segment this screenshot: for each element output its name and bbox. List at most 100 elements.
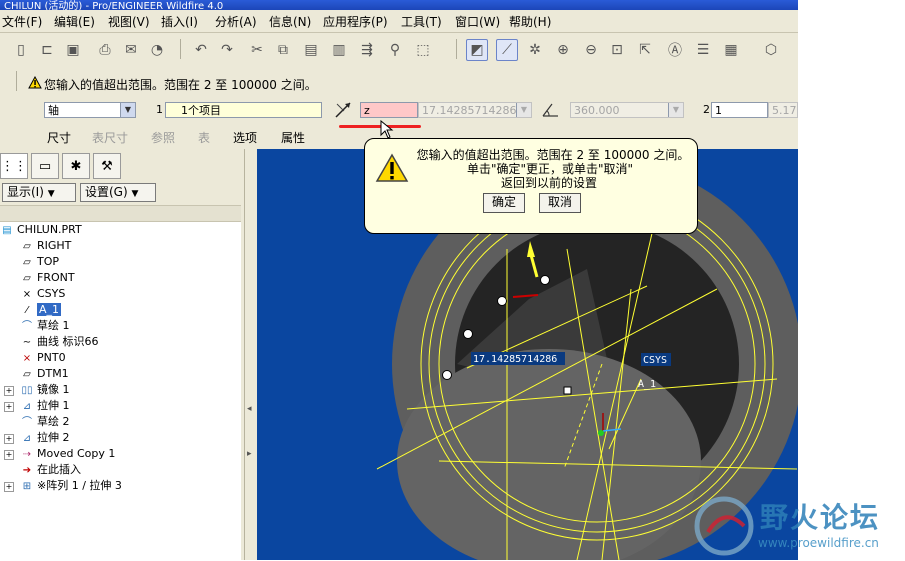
menu-edit[interactable]: 编辑(E) <box>54 13 95 30</box>
menu-view[interactable]: 视图(V) <box>108 13 150 30</box>
dimension-handle[interactable] <box>563 386 572 395</box>
expand-icon[interactable]: + <box>4 450 14 460</box>
drag-handle[interactable] <box>442 370 452 380</box>
chevron-down-icon[interactable]: ▼ <box>120 103 135 117</box>
email-icon[interactable]: ✉ <box>120 39 142 61</box>
copy-icon[interactable]: ⧉ <box>272 39 294 61</box>
tab-table-dimensions[interactable]: 表尺寸 <box>92 129 128 146</box>
tree-item-pattern[interactable]: ⊞ ※阵列 1 / 拉伸 3 <box>20 478 122 494</box>
datum-axis-display-icon[interactable]: ⟋ <box>496 39 518 61</box>
cube-view-icon[interactable]: ⬡ <box>760 39 782 61</box>
tree-item-axis[interactable]: ⁄ A_1 <box>20 302 62 318</box>
tree-item-label: 镜像 1 <box>37 383 70 396</box>
open-file-icon[interactable]: ⊏ <box>36 39 58 61</box>
tab-references[interactable]: 参照 <box>151 129 175 146</box>
csys-label[interactable]: CSYS <box>643 355 667 366</box>
model-tree-tab-icon[interactable]: ⋮⋮ <box>0 153 28 179</box>
tree-item-mirror[interactable]: ▯▯ 镜像 1 <box>20 382 70 398</box>
tab-dimensions[interactable]: 尺寸 <box>47 129 71 146</box>
view-manager-icon[interactable]: ▦ <box>720 39 742 61</box>
expand-icon[interactable]: + <box>4 434 14 444</box>
zoom-in-icon[interactable]: ⊕ <box>552 39 574 61</box>
find-icon[interactable]: ⚲ <box>384 39 406 61</box>
expand-icon[interactable]: + <box>4 386 14 396</box>
drag-handle[interactable] <box>540 275 550 285</box>
paste-icon[interactable]: ▤ <box>300 39 322 61</box>
menu-window[interactable]: 窗口(W) <box>455 13 500 30</box>
cancel-button[interactable]: 取消 <box>539 193 581 213</box>
tree-item-dtm1[interactable]: ▱ DTM1 <box>20 366 69 382</box>
redo-icon[interactable]: ↷ <box>216 39 238 61</box>
expand-arrow-icon[interactable]: ▸ <box>247 449 252 459</box>
layers-icon[interactable]: ☰ <box>692 39 714 61</box>
angle-value: 360.000 <box>574 104 620 117</box>
tree-item-moved-copy[interactable]: ⇢ Moved Copy 1 <box>20 446 116 462</box>
connections-tab-icon[interactable]: ⚒ <box>93 153 121 179</box>
menu-info[interactable]: 信息(N) <box>269 13 311 30</box>
expand-icon[interactable]: + <box>4 482 14 492</box>
datum-plane-icon: ▱ <box>23 369 31 380</box>
annotation-icon[interactable]: Ⓐ <box>664 39 686 61</box>
tree-item-curve[interactable]: ∼ 曲线 标识66 <box>20 334 99 350</box>
axis-label[interactable]: A_1 <box>638 379 656 390</box>
cut-icon[interactable]: ✂ <box>246 39 268 61</box>
select-box-icon[interactable]: ⬚ <box>412 39 434 61</box>
reference-collector[interactable]: 1个项目 <box>165 102 322 118</box>
tree-item-sketch1[interactable]: ⌒ 草绘 1 <box>20 318 70 334</box>
menu-tools[interactable]: 工具(T) <box>401 13 442 30</box>
drag-handle[interactable] <box>463 329 473 339</box>
tree-item-label: 曲线 标识66 <box>37 335 99 348</box>
datum-plane-display-icon[interactable]: ◩ <box>466 39 488 61</box>
tree-item-insert-here[interactable]: ➔ 在此插入 <box>20 462 81 478</box>
mirror-icon: ▯▯ <box>21 385 33 396</box>
flip-direction-icon[interactable] <box>334 101 352 119</box>
tab-properties[interactable]: 属性 <box>281 129 305 146</box>
tree-item-label: 拉伸 1 <box>37 399 70 412</box>
send-icon[interactable]: ◔ <box>146 39 168 61</box>
tree-item-root[interactable]: ▤ CHILUN.PRT <box>0 222 81 238</box>
menu-insert[interactable]: 插入(I) <box>161 13 198 30</box>
panel-splitter[interactable]: ◂ ▸ <box>244 149 258 560</box>
tree-item-sketch2[interactable]: ⌒ 草绘 2 <box>20 414 70 430</box>
drag-handle[interactable] <box>497 296 507 306</box>
paste-special-icon[interactable]: ▥ <box>328 39 350 61</box>
increment-select: 17.14285714286 ▼ <box>418 102 532 118</box>
member-count-input[interactable]: z <box>360 102 418 118</box>
print-icon[interactable]: ⎙ <box>94 39 116 61</box>
show-button[interactable]: 显示(I) ▼ <box>2 183 76 202</box>
undo-icon[interactable]: ↶ <box>190 39 212 61</box>
tab-table[interactable]: 表 <box>198 129 210 146</box>
zoom-out-icon[interactable]: ⊖ <box>580 39 602 61</box>
chevron-down-icon: ▼ <box>668 103 683 117</box>
tree-item-front[interactable]: ▱ FRONT <box>20 270 74 286</box>
new-file-icon[interactable]: ▯ <box>10 39 32 61</box>
menu-file[interactable]: 文件(F) <box>2 13 42 30</box>
ok-button[interactable]: 确定 <box>483 193 525 213</box>
axis-type-select[interactable]: 轴 ▼ <box>44 102 136 118</box>
collapse-arrow-icon[interactable]: ◂ <box>247 404 252 414</box>
dimension-label[interactable]: 17.14285714286 <box>473 354 557 365</box>
menu-analysis[interactable]: 分析(A) <box>215 13 257 30</box>
menu-help[interactable]: 帮助(H) <box>509 13 551 30</box>
tab-options[interactable]: 选项 <box>233 129 257 146</box>
tree-item-extrude1[interactable]: ⊿ 拉伸 1 <box>20 398 70 414</box>
reference-collector-value: 1个项目 <box>181 104 221 117</box>
tree-item-csys[interactable]: ⨯ CSYS <box>20 286 66 302</box>
refit-icon[interactable]: ⊡ <box>606 39 628 61</box>
tree-item-point[interactable]: × PNT0 <box>20 350 66 366</box>
tree-item-right[interactable]: ▱ RIGHT <box>20 238 71 254</box>
tree-item-top[interactable]: ▱ TOP <box>20 254 59 270</box>
curve-icon: ∼ <box>22 337 32 348</box>
folder-browser-tab-icon[interactable]: ▭ <box>31 153 59 179</box>
spin-center-icon[interactable]: ✲ <box>524 39 546 61</box>
second-count-input[interactable]: 1 <box>711 102 768 118</box>
tree-item-extrude2[interactable]: ⊿ 拉伸 2 <box>20 430 70 446</box>
settings-button[interactable]: 设置(G) ▼ <box>80 183 156 202</box>
reorient-icon[interactable]: ⇱ <box>634 39 656 61</box>
favorites-tab-icon[interactable]: ✱ <box>62 153 90 179</box>
regenerate-icon[interactable]: ⇶ <box>356 39 378 61</box>
save-icon[interactable]: ▣ <box>62 39 84 61</box>
menu-applications[interactable]: 应用程序(P) <box>323 13 388 30</box>
balloon-line-2: 单击"确定"更正，或单击"取消" <box>467 162 634 176</box>
expand-icon[interactable]: + <box>4 402 14 412</box>
